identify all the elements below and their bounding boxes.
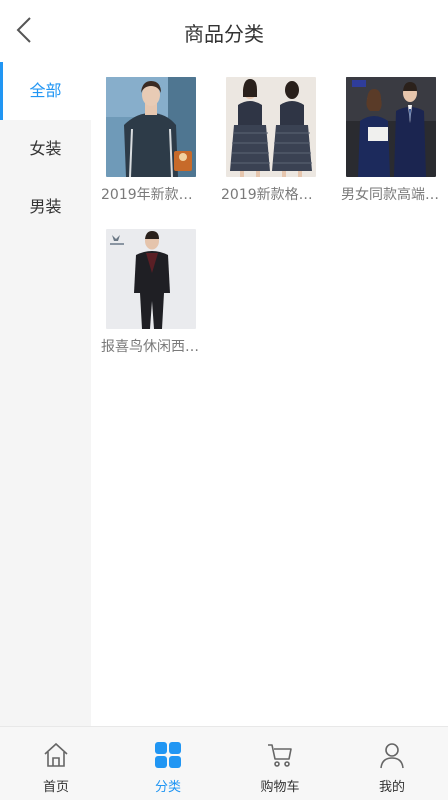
sidebar-item-womens[interactable]: 女装 <box>0 120 91 178</box>
sidebar-item-label: 男装 <box>29 197 62 216</box>
product-image <box>106 77 196 177</box>
tab-home[interactable]: 首页 <box>0 727 112 800</box>
tab-label: 分类 <box>154 780 181 795</box>
grid-icon <box>155 742 181 768</box>
sidebar-item-label: 全部 <box>29 81 62 100</box>
product-name: 报喜鸟休闲西装外套 <box>101 339 201 355</box>
category-sidebar: 全部 女装 男装 <box>0 62 91 726</box>
header: 商品分类 <box>0 0 448 62</box>
sidebar-item-mens[interactable]: 男装 <box>0 178 91 236</box>
tab-label: 首页 <box>42 780 69 795</box>
product-card[interactable]: 2019新款格纹连衣裙 <box>221 77 321 204</box>
product-name: 男女同款高端职业套装 <box>341 187 441 203</box>
product-card[interactable]: 2019年新款女装针织衫 <box>101 77 201 204</box>
home-icon <box>44 742 68 767</box>
product-card[interactable]: 报喜鸟休闲西装外套 <box>101 229 201 356</box>
product-image <box>226 77 316 177</box>
tab-label: 购物车 <box>260 780 300 795</box>
tab-label: 我的 <box>378 780 405 795</box>
product-image <box>106 229 196 329</box>
tab-cart[interactable]: 购物车 <box>224 727 336 800</box>
product-image <box>346 77 436 177</box>
sidebar-item-all[interactable]: 全部 <box>0 62 91 120</box>
tab-bar: 首页 分类 购物车 我的 <box>0 726 448 800</box>
product-grid: 2019年新款女装针织衫 2019新款格纹连衣裙 <box>91 62 448 726</box>
product-card[interactable]: 男女同款高端职业套装 <box>341 77 441 204</box>
page-title: 商品分类 <box>184 22 264 46</box>
tab-profile[interactable]: 我的 <box>336 727 448 800</box>
cart-icon <box>268 744 292 767</box>
tab-category[interactable]: 分类 <box>112 727 224 800</box>
sidebar-item-label: 女装 <box>29 139 62 158</box>
product-name: 2019新款格纹连衣裙 <box>221 187 321 203</box>
user-icon <box>380 743 404 769</box>
product-name: 2019年新款女装针织衫 <box>101 187 201 203</box>
